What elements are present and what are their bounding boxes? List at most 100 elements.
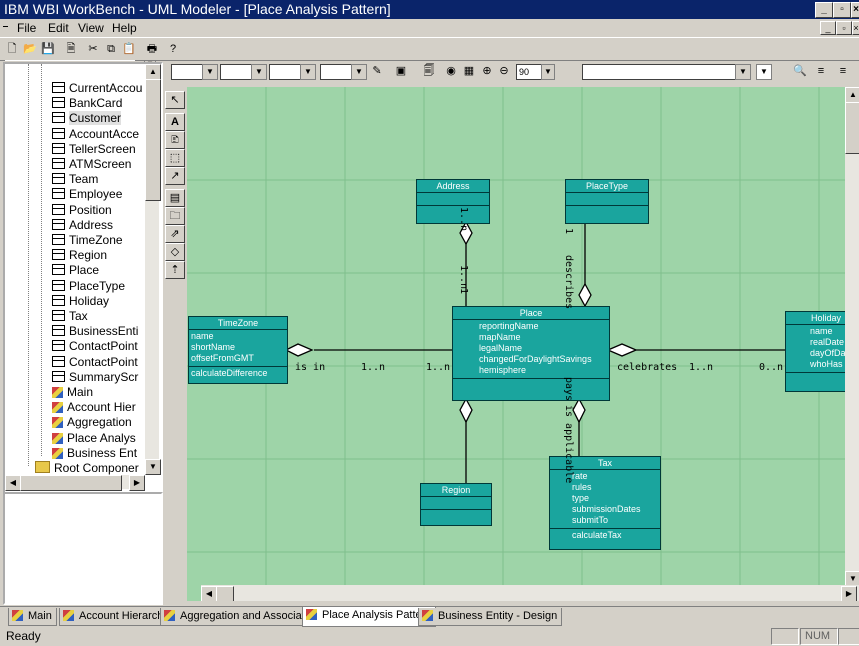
class-region[interactable]: Region [420,483,492,526]
canvas-horizontal-scrollbar[interactable]: ◀ ▶ [201,585,859,601]
fill-color-select[interactable] [220,64,252,80]
tab-place-analysis-pattern[interactable]: Place Analysis Pattern [302,607,437,627]
line-style-select[interactable] [320,64,352,80]
tab-aggregation-and-association[interactable]: Aggregation and Association [160,608,325,626]
mdi-restore-button[interactable]: ▫ [836,21,852,35]
scroll-left-icon[interactable]: ◀ [5,475,21,491]
tree-item[interactable]: Team [52,172,98,187]
tree-item[interactable]: TellerScreen [52,142,136,157]
line-tool-icon[interactable]: ↗ [165,167,185,185]
chevron-down-icon[interactable]: ▼ [300,64,316,80]
save-icon[interactable]: 💾 [40,41,56,57]
maximize-button[interactable]: ▫ [833,2,851,18]
scroll-left-icon[interactable]: ◀ [201,586,217,601]
font-name-select[interactable] [582,64,736,80]
tree-item[interactable]: Place [52,263,99,278]
properties-icon[interactable]: 🗐 [421,63,437,79]
tree-item[interactable]: ContactPoint [52,339,138,354]
chevron-down-icon[interactable]: ▼ [351,64,367,80]
tree-item[interactable]: ATMScreen [52,157,131,172]
line-color-select[interactable] [171,64,203,80]
paste-icon[interactable]: 📋 [121,41,137,57]
tree-item[interactable]: Tax [52,309,88,324]
tree-vertical-scrollbar[interactable]: ▲ ▼ [145,64,161,475]
menu-file[interactable]: File [17,21,36,35]
tree-item[interactable]: Root Componer [35,461,139,476]
tree-item[interactable]: TimeZone [52,233,123,248]
class-place[interactable]: Place reportingName mapName legalName ch… [452,306,610,401]
tree-item[interactable]: Holiday [52,294,109,309]
print-icon[interactable]: 🖶 [144,41,160,57]
class-tool-icon[interactable]: ▤ [165,189,185,207]
tree-item[interactable]: Employee [52,187,122,202]
font-size-select[interactable]: ▼ [756,64,772,80]
camera-icon[interactable]: ◉ [443,63,459,79]
print-preview-icon[interactable]: 🗎 [63,41,79,57]
diagram-canvas[interactable]: Address PlaceType TimeZone name shortNam… [187,87,859,601]
menu-view[interactable]: View [78,21,104,35]
model-tree[interactable]: CurrentAccou BankCard Customer AccountAcce T… [3,62,163,494]
tree-item[interactable]: BusinessEnti [52,324,138,339]
align-center-icon[interactable]: ≡ [835,63,851,79]
cut-icon[interactable]: ✂ [85,41,101,57]
scroll-down-icon[interactable]: ▼ [145,459,161,475]
zoom-in-icon[interactable]: ⊕ [479,63,495,79]
text-color-select[interactable] [269,64,301,80]
tree-item[interactable]: CurrentAccou [52,81,142,96]
class-address[interactable]: Address [416,179,490,224]
chevron-down-icon[interactable]: ▼ [541,64,555,80]
open-icon[interactable]: 📂 [22,41,38,57]
tree-item[interactable]: Main [52,385,93,400]
tab-main[interactable]: Main [8,608,57,626]
select-tool-icon[interactable]: ↖ [165,91,185,109]
zoom-out-icon[interactable]: ⊖ [496,63,512,79]
menu-edit[interactable]: Edit [48,21,69,35]
tab-account-hierarchy[interactable]: Account Hierarchy [59,608,174,626]
class-placetype[interactable]: PlaceType [565,179,649,224]
mdi-close-button[interactable]: × [852,21,859,35]
tree-item[interactable]: Customer [52,111,122,126]
copy-icon[interactable]: ⧉ [103,41,119,57]
tree-item[interactable]: Account Hier [52,400,136,415]
tree-item[interactable]: Aggregation [52,415,132,430]
close-button[interactable]: × [851,2,859,18]
chevron-down-icon[interactable]: ▼ [202,64,218,80]
tree-item[interactable]: Address [52,218,113,233]
tree-item[interactable]: Region [52,248,107,263]
tree-item[interactable]: BankCard [52,96,122,111]
tree-item[interactable]: Place Analys [52,431,136,446]
canvas-vscroll-thumb[interactable] [845,102,859,154]
tab-business-entity-design[interactable]: Business Entity - Design [418,608,563,626]
properties-panel[interactable] [3,492,163,605]
tree-item[interactable]: Business Ent [52,446,137,461]
align-left-icon[interactable]: ≡ [813,63,829,79]
new-icon[interactable]: 🗋 [4,41,20,57]
tree-item[interactable]: AccountAcce [52,127,139,142]
tree-item[interactable]: SummaryScr [52,370,138,385]
minimize-button[interactable]: _ [815,2,833,18]
shadow-icon[interactable]: ▣ [393,63,409,79]
tree-item[interactable]: Position [52,203,112,218]
dependency-tool-icon[interactable]: ⇡ [165,261,185,279]
canvas-hscroll-thumb[interactable] [216,586,234,601]
tree-scroll-thumb[interactable] [145,79,161,201]
help-icon[interactable]: ? [165,41,181,57]
chevron-down-icon[interactable]: ▼ [735,64,751,80]
scroll-right-icon[interactable]: ▶ [841,586,857,601]
zoom-select[interactable]: 90 [516,64,542,80]
box-tool-icon[interactable]: ⬚ [165,149,185,167]
menu-help[interactable]: Help [112,21,137,35]
chevron-down-icon[interactable]: ▼ [251,64,267,80]
generalization-tool-icon[interactable]: ⇗ [165,225,185,243]
tree-item[interactable]: ContactPoint [52,355,138,370]
mdi-minimize-button[interactable]: _ [820,21,836,35]
find-icon[interactable]: 🔍 [792,63,808,79]
note-tool-icon[interactable]: 🗈 [165,131,185,149]
package-tool-icon[interactable]: 🗀 [165,207,185,225]
text-tool-icon[interactable]: A [165,113,185,131]
pen-icon[interactable]: ✎ [369,63,385,79]
app-menu-icon[interactable]: ⎯ [3,21,8,32]
class-timezone[interactable]: TimeZone name shortName offsetFromGMT ca… [188,316,288,384]
canvas-vertical-scrollbar[interactable]: ▲ ▼ [845,87,859,587]
tree-hscroll-thumb[interactable] [20,475,122,491]
